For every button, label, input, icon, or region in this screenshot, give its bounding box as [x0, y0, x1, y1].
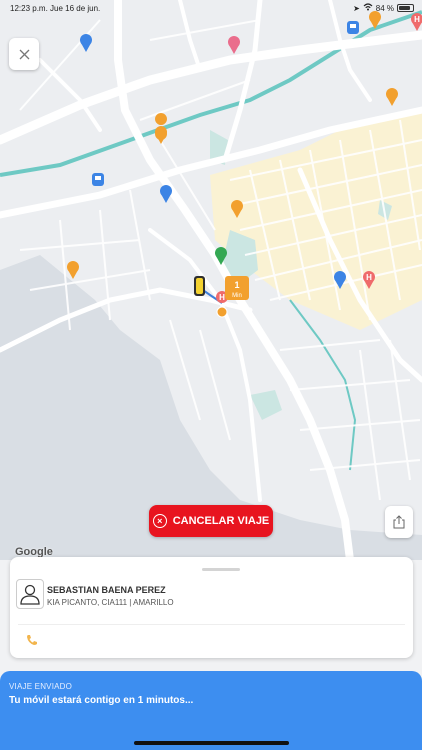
pickup-point: [216, 306, 228, 318]
share-icon: [393, 515, 405, 529]
close-icon: [19, 49, 29, 59]
shop-icon: [160, 185, 172, 203]
shop-icon: [228, 36, 240, 54]
svg-text:H: H: [366, 273, 372, 282]
driver-vehicle: KIA PICANTO, CIA111 | AMARILLO: [47, 598, 174, 607]
driver-avatar: [16, 579, 44, 609]
status-date: Jue 16 de jun.: [50, 4, 101, 13]
trip-status: VIAJE ENVIADO: [9, 682, 73, 691]
hospital-icon: H: [363, 271, 375, 289]
bar-icon: [386, 88, 398, 106]
car-icon: [194, 276, 205, 296]
phone-icon: [27, 635, 37, 645]
restaurant-icon: [67, 261, 79, 279]
status-bar: 12:23 p.m. Jue 16 de jun. ➤ 84 %: [0, 0, 422, 18]
restaurant-icon: [155, 126, 167, 144]
status-right: ➤ 84 %: [353, 3, 414, 13]
status-time: 12:23 p.m.: [10, 4, 48, 13]
eta-value: 1: [234, 280, 239, 290]
close-button[interactable]: [9, 38, 39, 70]
divider: [18, 624, 405, 625]
battery-icon: [397, 4, 414, 12]
park-icon: [215, 247, 227, 265]
location-icon: ➤: [353, 3, 360, 13]
driver-card: SEBASTIAN BAENA PEREZ KIA PICANTO, CIA11…: [10, 557, 413, 658]
eta-unit: Min: [232, 293, 242, 299]
cancel-trip-button[interactable]: × CANCELAR VIAJE: [149, 505, 273, 537]
map-view[interactable]: H H H 1 Min: [0, 0, 422, 560]
driver-name: SEBASTIAN BAENA PEREZ: [47, 585, 166, 595]
home-indicator[interactable]: [134, 741, 289, 745]
call-button[interactable]: [26, 633, 38, 651]
cancel-trip-label: CANCELAR VIAJE: [172, 515, 270, 527]
svg-text:H: H: [219, 293, 225, 302]
battery-percent: 84 %: [375, 3, 394, 13]
wifi-icon: [363, 3, 373, 13]
cancel-icon: ×: [152, 514, 167, 528]
user-icon: [20, 584, 40, 605]
trip-status-banner: VIAJE ENVIADO Tu móvil estará contigo en…: [0, 671, 422, 750]
drag-handle[interactable]: [202, 568, 240, 571]
bus-icon: [92, 173, 104, 186]
shop-icon: [334, 271, 346, 289]
restaurant-icon: [231, 200, 243, 218]
trip-message: Tu móvil estará contigo en 1 minutos...: [9, 695, 194, 706]
share-button[interactable]: [385, 506, 413, 538]
shop-icon: [80, 34, 92, 52]
bus-icon: [347, 21, 359, 34]
eta-marker: 1 Min: [225, 276, 249, 300]
